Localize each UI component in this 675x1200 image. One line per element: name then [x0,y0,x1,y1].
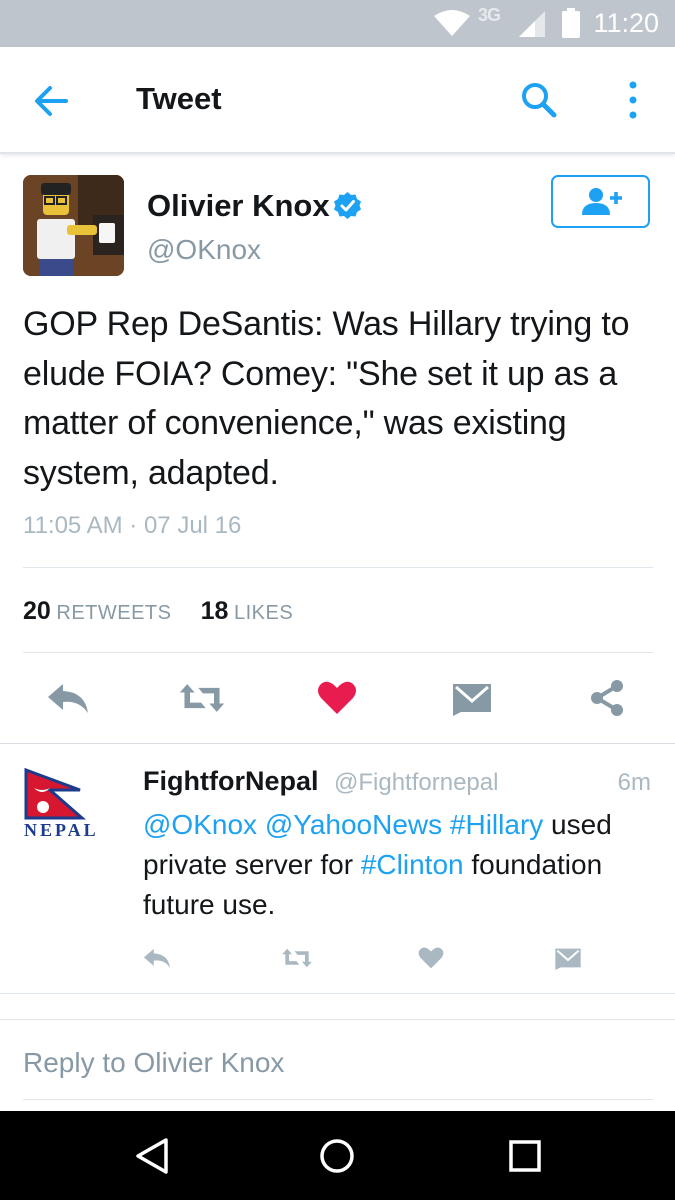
reply-text: @OKnox @YahooNews #Hillary used private … [143,805,653,925]
likes-label: LIKES [234,602,294,624]
divider [23,652,653,653]
share-button[interactable] [583,676,631,720]
likes-count: 18 [200,597,229,625]
divider [0,1019,675,1020]
search-button[interactable] [518,79,560,121]
direct-message-button[interactable] [448,676,496,720]
status-bar: 3G 11:20 [0,0,675,47]
home-circle-icon[interactable] [314,1133,360,1179]
status-time: 11:20 [593,8,659,38]
reply-retweet-button[interactable] [281,943,313,973]
signal-icon [519,11,545,37]
reply-icon [48,684,88,713]
divider [23,1099,653,1100]
author-handle[interactable]: @OKnox [147,234,261,266]
retweet-icon [282,948,312,968]
reply-time: 6m [617,769,651,796]
reply-icon [143,948,171,968]
wifi-icon [434,10,470,36]
envelope-icon [555,948,581,970]
reply-input[interactable]: Reply to Olivier Knox [23,1047,284,1079]
reply-reply-button[interactable] [141,943,173,973]
recents-square-icon[interactable] [502,1133,548,1179]
envelope-icon [453,684,491,716]
divider [0,993,675,994]
likes-stat[interactable]: 18 LIKES [201,597,294,625]
reply-like-button[interactable] [415,943,447,973]
share-icon [591,680,623,716]
retweet-button[interactable] [178,676,226,720]
mention-link[interactable]: @YahooNews [265,809,442,840]
android-nav-bar [0,1111,675,1200]
tweet-text: GOP Rep DeSantis: Was Hillary trying to … [23,305,630,492]
follow-user-icon [581,187,622,215]
divider [23,567,653,568]
reply-dm-button[interactable] [552,943,584,973]
heart-icon [418,947,444,969]
retweets-label: RETWEETS [56,602,172,624]
retweet-icon [179,684,225,712]
reply-button[interactable] [44,676,92,720]
back-button[interactable] [30,81,74,121]
more-options-button[interactable] [618,79,648,121]
mention-link[interactable]: @OKnox [143,809,257,840]
reply-author-avatar[interactable]: NEPAL [22,767,126,840]
author-name[interactable]: Olivier Knox [147,188,330,224]
lego-figure-avatar-image [23,175,124,276]
page-title: Tweet [136,81,222,116]
tweet-stats: 20 RETWEETS 18 LIKES [23,597,293,626]
app-bar: Tweet [0,47,675,154]
tweet-timestamp[interactable]: 11:05 AM · 07 Jul 16 [23,512,241,540]
follow-button[interactable] [551,175,650,228]
nepal-flag-logo: NEPAL [24,767,99,840]
battery-icon [562,8,580,38]
reply-author-handle[interactable]: @Fightfornepal [334,769,498,797]
retweets-stat[interactable]: 20 RETWEETS [23,597,172,625]
divider [0,743,675,744]
heart-icon [318,681,356,714]
back-arrow-icon [35,86,68,116]
reply-author-name[interactable]: FightforNepal [143,766,319,797]
nepal-logo-text: NEPAL [24,820,99,838]
hashtag-link[interactable]: #Clinton [361,849,464,880]
verified-badge-icon [334,192,361,219]
network-type: 3G [478,5,501,25]
hashtag-link[interactable]: #Hillary [450,809,543,840]
more-vertical-icon [629,81,637,119]
retweets-count: 20 [23,597,51,625]
author-avatar[interactable] [23,175,124,276]
back-triangle-icon[interactable] [130,1133,176,1179]
like-button[interactable] [313,676,361,720]
search-icon [522,83,557,118]
